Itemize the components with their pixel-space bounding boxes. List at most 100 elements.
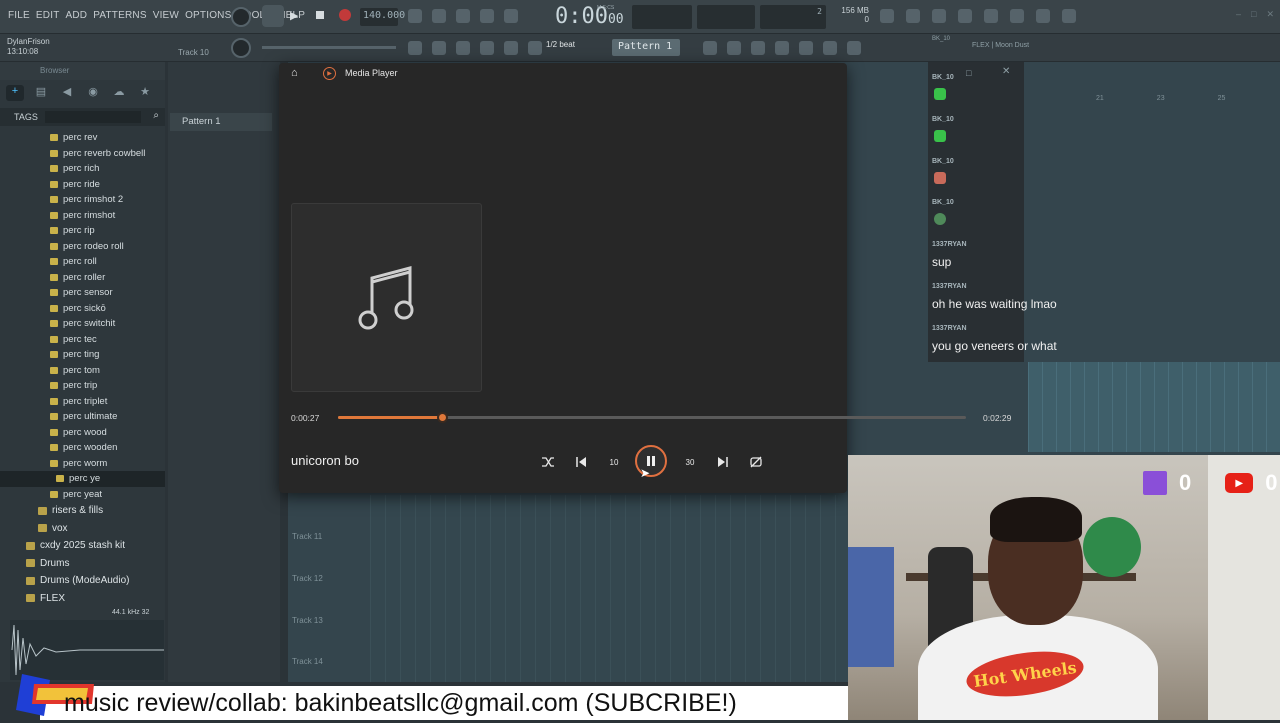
- repeat-icon[interactable]: [745, 451, 767, 473]
- list-item[interactable]: perc switchit: [0, 316, 165, 332]
- list-item[interactable]: perc tec: [0, 332, 165, 348]
- next-icon[interactable]: [712, 451, 734, 473]
- bug-icon[interactable]: [847, 41, 861, 55]
- loop-record-icon[interactable]: [504, 9, 518, 23]
- menu-add[interactable]: ADD: [66, 10, 88, 21]
- list-item[interactable]: perc rich: [0, 161, 165, 177]
- previous-icon[interactable]: [570, 451, 592, 473]
- playlist-clip-area[interactable]: [1028, 362, 1280, 452]
- shuffle-icon[interactable]: [537, 451, 559, 473]
- plugin-icon[interactable]: [1010, 9, 1024, 23]
- chat-icon[interactable]: [1036, 9, 1050, 23]
- list-item[interactable]: perc wooden: [0, 440, 165, 456]
- pencil-icon[interactable]: [456, 41, 470, 55]
- list-item[interactable]: perc roll: [0, 254, 165, 270]
- restore-icon[interactable]: □: [966, 68, 971, 78]
- track-label[interactable]: Track 14: [292, 657, 323, 666]
- cloud-icon[interactable]: ☁: [110, 85, 128, 101]
- list-item-selected[interactable]: perc ye: [0, 471, 165, 487]
- folder-item[interactable]: vox: [0, 520, 165, 538]
- list-item[interactable]: perc triplet: [0, 394, 165, 410]
- globe-icon[interactable]: ◉: [84, 85, 102, 101]
- close-plugin-icon[interactable]: ✕: [1002, 66, 1010, 77]
- cut-icon[interactable]: [906, 9, 920, 23]
- folder-icon[interactable]: ▤: [32, 85, 50, 101]
- link-icon[interactable]: [480, 41, 494, 55]
- list-item[interactable]: perc rip: [0, 223, 165, 239]
- list-item[interactable]: perc reverb cowbell: [0, 146, 165, 162]
- piano-roll-icon[interactable]: [727, 41, 741, 55]
- magnet-icon[interactable]: [528, 41, 542, 55]
- pattern-item[interactable]: Pattern 1: [170, 113, 272, 131]
- list-item[interactable]: perc tom: [0, 363, 165, 379]
- wait-icon[interactable]: [432, 9, 446, 23]
- step-edit-icon[interactable]: [480, 9, 494, 23]
- plugin-db-icon[interactable]: [823, 41, 837, 55]
- snap-selector[interactable]: 1/2 beat: [546, 40, 575, 49]
- list-item[interactable]: perc yeat: [0, 487, 165, 503]
- pattern-song-toggle[interactable]: [262, 5, 284, 27]
- list-item[interactable]: perc rimshot 2: [0, 192, 165, 208]
- undo-icon[interactable]: [880, 9, 894, 23]
- record-icon[interactable]: [339, 9, 351, 21]
- list-item[interactable]: perc rev: [0, 130, 165, 146]
- folder-item[interactable]: cxdy 2025 stash kit: [0, 537, 165, 555]
- rewind-icon[interactable]: 10: [603, 451, 625, 473]
- list-item[interactable]: perc rimshot: [0, 208, 165, 224]
- playlist-grid[interactable]: [370, 495, 848, 682]
- track-label[interactable]: Track 12: [292, 574, 323, 583]
- mixer-icon[interactable]: [775, 41, 789, 55]
- channel-rack-icon[interactable]: [751, 41, 765, 55]
- stop-icon[interactable]: [316, 11, 324, 19]
- playlist-icon[interactable]: [703, 41, 717, 55]
- list-item[interactable]: perc ting: [0, 347, 165, 363]
- metronome-icon[interactable]: [408, 9, 422, 23]
- track-label[interactable]: Track 13: [292, 616, 323, 625]
- minimize-icon[interactable]: –: [1236, 9, 1241, 20]
- list-item[interactable]: perc trip: [0, 378, 165, 394]
- list-item[interactable]: perc sickō: [0, 301, 165, 317]
- star-icon[interactable]: ★: [136, 85, 154, 101]
- search-icon[interactable]: ⌕: [153, 110, 159, 121]
- menu-view[interactable]: VIEW: [153, 10, 179, 21]
- list-item[interactable]: perc ultimate: [0, 409, 165, 425]
- mic-icon[interactable]: [932, 9, 946, 23]
- countdown-icon[interactable]: [456, 9, 470, 23]
- list-item[interactable]: perc roller: [0, 270, 165, 286]
- stamp-icon[interactable]: [504, 41, 518, 55]
- plus-icon[interactable]: +: [6, 85, 24, 101]
- folder-item[interactable]: risers & fills: [0, 502, 165, 520]
- download-icon[interactable]: [1062, 9, 1076, 23]
- browser-icon[interactable]: [799, 41, 813, 55]
- master-volume-knob[interactable]: [231, 7, 251, 27]
- list-item[interactable]: perc wood: [0, 425, 165, 441]
- list-item[interactable]: perc ride: [0, 177, 165, 193]
- help-icon[interactable]: [958, 9, 972, 23]
- pitch-slider[interactable]: [262, 46, 396, 49]
- close-icon[interactable]: ✕: [1266, 9, 1274, 20]
- pattern-selector[interactable]: Pattern 1: [612, 39, 680, 56]
- list-item[interactable]: perc rodeo roll: [0, 239, 165, 255]
- menu-options[interactable]: OPTIONS: [185, 10, 231, 21]
- forward-icon[interactable]: 30: [679, 451, 701, 473]
- list-item[interactable]: perc worm: [0, 456, 165, 472]
- menu-patterns[interactable]: PATTERNS: [93, 10, 146, 21]
- folder-item[interactable]: Drums (ModeAudio): [0, 572, 165, 590]
- maximize-icon[interactable]: □: [1251, 9, 1256, 20]
- menu-file[interactable]: FILE: [8, 10, 30, 21]
- browser-search-input[interactable]: [45, 111, 141, 123]
- seek-thumb[interactable]: [436, 412, 448, 423]
- arrow-icon[interactable]: [432, 41, 446, 55]
- home-icon[interactable]: ⌂: [291, 67, 298, 79]
- save-icon[interactable]: [984, 9, 998, 23]
- master-pitch-knob[interactable]: [231, 38, 251, 58]
- tempo-display[interactable]: 140.000: [360, 8, 405, 26]
- list-item[interactable]: perc sensor: [0, 285, 165, 301]
- back-icon[interactable]: ◀: [58, 85, 76, 101]
- folder-item[interactable]: Drums: [0, 555, 165, 573]
- play-icon[interactable]: ▶: [290, 9, 298, 22]
- track-label[interactable]: Track 11: [292, 532, 322, 541]
- folder-item[interactable]: FLEX: [0, 590, 165, 608]
- menu-edit[interactable]: EDIT: [36, 10, 60, 21]
- piano-icon[interactable]: [408, 41, 422, 55]
